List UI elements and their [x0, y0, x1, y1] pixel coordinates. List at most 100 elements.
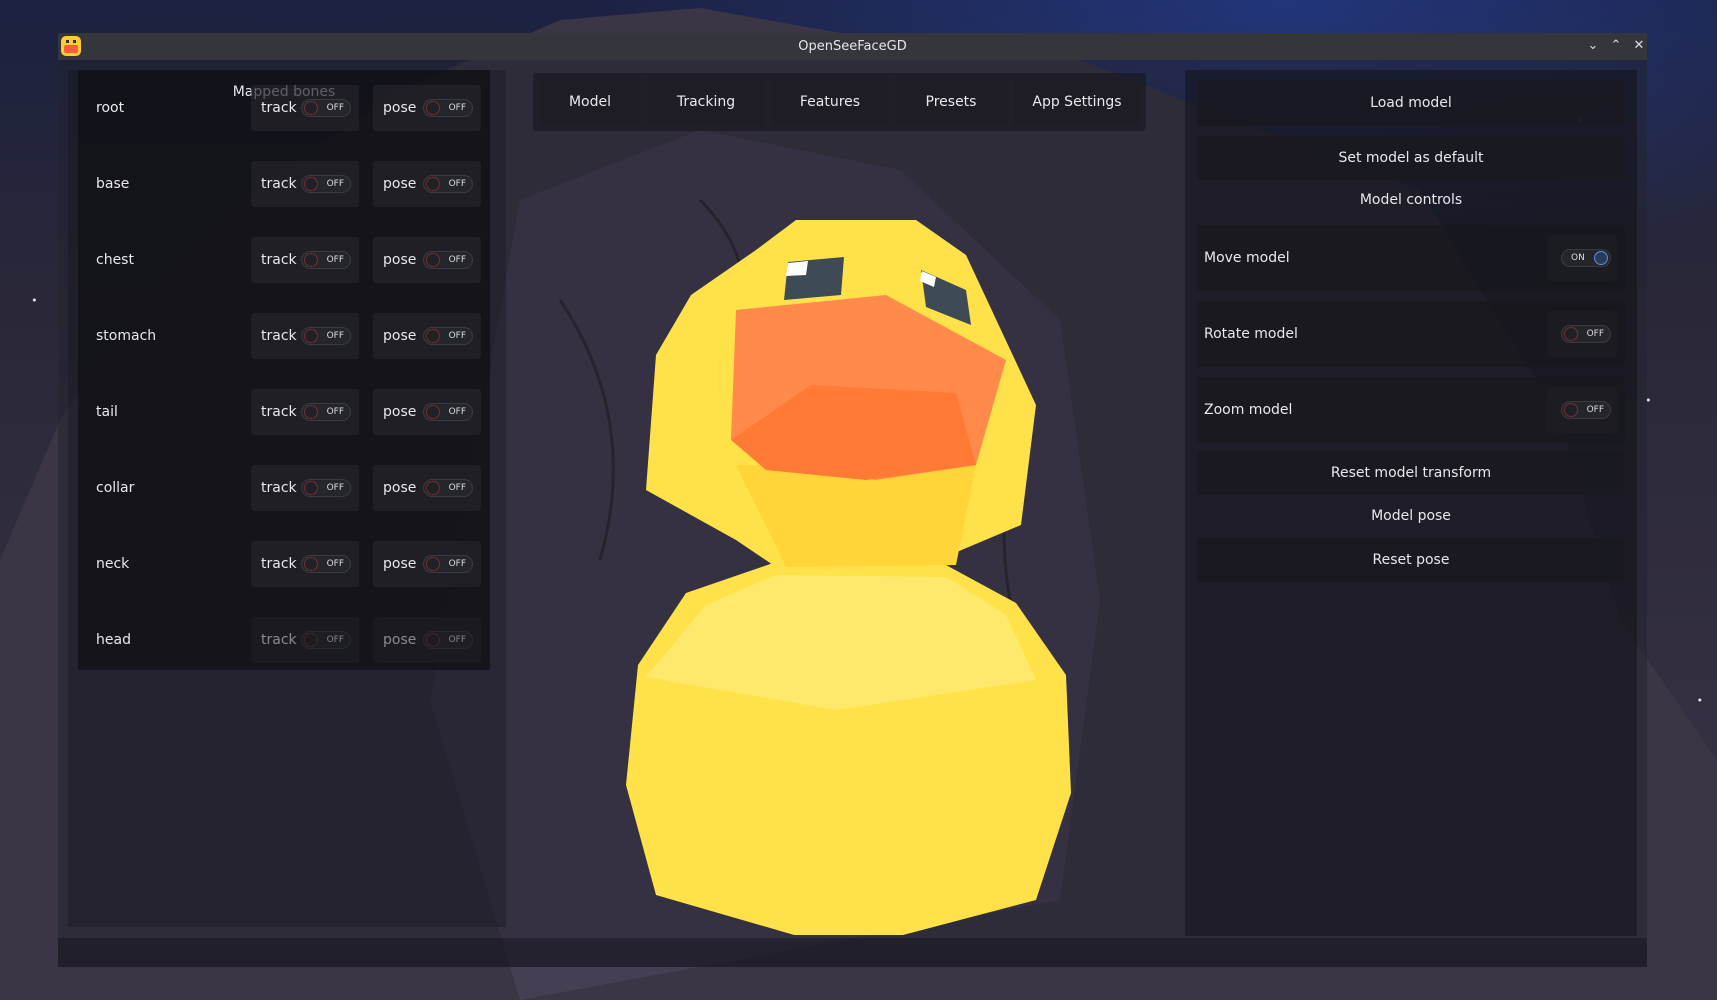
pose-label: pose: [383, 632, 417, 648]
track-toggle-base[interactable]: OFF: [301, 175, 351, 193]
toggle-knob: [304, 329, 318, 343]
toggle-state: OFF: [326, 559, 344, 569]
model-viewport[interactable]: [526, 135, 1176, 935]
pose-toggle-group: pose OFF: [373, 237, 481, 283]
pose-label: pose: [383, 100, 417, 116]
toggle-state: OFF: [326, 483, 344, 493]
bone-row-head: head track OFF pose OFF: [78, 610, 490, 670]
bone-name: neck: [96, 556, 130, 572]
toggle-knob: [1594, 251, 1608, 265]
toggle-state: OFF: [448, 179, 466, 189]
pose-toggle-group: pose OFF: [373, 617, 481, 663]
bone-row-neck: neck track OFF pose OFF: [78, 534, 490, 594]
toggle-state: OFF: [326, 255, 344, 265]
pose-label: pose: [383, 252, 417, 268]
move-model-row: Move model ON: [1197, 225, 1625, 291]
title-bar[interactable]: OpenSeeFaceGD ⌄ ⌃ ✕: [58, 33, 1647, 60]
tab-app-settings[interactable]: App Settings: [1014, 78, 1140, 126]
toggle-state: OFF: [448, 331, 466, 341]
bone-row-chest: chest track OFF pose OFF: [78, 230, 490, 290]
track-toggle-root[interactable]: OFF: [301, 99, 351, 117]
rotate-model-label: Rotate model: [1204, 326, 1298, 342]
bone-name: tail: [96, 404, 118, 420]
pose-toggle-tail[interactable]: OFF: [423, 403, 473, 421]
maximize-icon[interactable]: ⌃: [1607, 37, 1625, 55]
track-toggle-group: track OFF: [251, 465, 359, 511]
toggle-knob: [426, 329, 440, 343]
rotate-model-toggle[interactable]: OFF: [1561, 325, 1611, 343]
toggle-knob: [304, 557, 318, 571]
zoom-model-toggle-box: OFF: [1547, 387, 1617, 433]
pose-toggle-stomach[interactable]: OFF: [423, 327, 473, 345]
track-toggle-neck[interactable]: OFF: [301, 555, 351, 573]
move-model-toggle-box: ON: [1547, 235, 1617, 281]
tab-presets[interactable]: Presets: [895, 78, 1007, 126]
track-label: track: [261, 252, 297, 268]
move-model-toggle[interactable]: ON: [1561, 249, 1611, 267]
reset-model-transform-button[interactable]: Reset model transform: [1197, 451, 1625, 495]
toggle-knob: [426, 481, 440, 495]
toggle-knob: [426, 557, 440, 571]
toggle-state: OFF: [326, 635, 344, 645]
track-label: track: [261, 632, 297, 648]
bone-row-root: root track OFF pose OFF: [78, 78, 490, 138]
window-content: Mapped bones roottrackOFFposeOFFbasetrac…: [58, 60, 1647, 967]
pose-toggle-root[interactable]: OFF: [423, 99, 473, 117]
app-logo-icon: [61, 36, 81, 56]
track-toggle-group: track OFF: [251, 617, 359, 663]
pose-label: pose: [383, 556, 417, 572]
toggle-knob: [1564, 403, 1578, 417]
pose-toggle-collar[interactable]: OFF: [423, 479, 473, 497]
mapped-bones-panel: Mapped bones roottrackOFFposeOFFbasetrac…: [78, 70, 490, 670]
track-toggle-group: track OFF: [251, 161, 359, 207]
track-label: track: [261, 480, 297, 496]
toggle-state: OFF: [448, 103, 466, 113]
model-pose-header: Model pose: [1371, 508, 1451, 524]
track-label: track: [261, 176, 297, 192]
track-toggle-tail[interactable]: OFF: [301, 403, 351, 421]
pose-toggle-base[interactable]: OFF: [423, 175, 473, 193]
tab-tracking[interactable]: Tracking: [647, 78, 765, 126]
toggle-state: OFF: [448, 483, 466, 493]
pose-label: pose: [383, 328, 417, 344]
zoom-model-label: Zoom model: [1204, 402, 1293, 418]
track-toggle-chest[interactable]: OFF: [301, 251, 351, 269]
tab-bar: Model Tracking Features Presets App Sett…: [533, 73, 1146, 131]
track-toggle-group: track OFF: [251, 541, 359, 587]
pose-toggle-group: pose OFF: [373, 389, 481, 435]
toggle-state: OFF: [326, 103, 344, 113]
track-toggle-group: track OFF: [251, 313, 359, 359]
pose-toggle-chest[interactable]: OFF: [423, 251, 473, 269]
zoom-model-toggle[interactable]: OFF: [1561, 401, 1611, 419]
model-controls-header: Model controls: [1359, 192, 1463, 208]
tab-model[interactable]: Model: [540, 78, 640, 126]
track-toggle-stomach[interactable]: OFF: [301, 327, 351, 345]
toggle-knob: [304, 177, 318, 191]
minimize-icon[interactable]: ⌄: [1584, 37, 1602, 55]
track-toggle-collar[interactable]: OFF: [301, 479, 351, 497]
track-toggle-head: OFF: [301, 631, 351, 649]
toggle-knob: [304, 405, 318, 419]
toggle-knob: [426, 253, 440, 267]
toggle-state: OFF: [1586, 405, 1604, 415]
model-settings-panel: Load model Set model as default Model co…: [1185, 70, 1637, 936]
toggle-state: OFF: [326, 331, 344, 341]
close-icon[interactable]: ✕: [1630, 37, 1648, 55]
pose-toggle-neck[interactable]: OFF: [423, 555, 473, 573]
bone-name: base: [96, 176, 130, 192]
toggle-state: OFF: [448, 635, 466, 645]
bone-row-collar: collar track OFF pose OFF: [78, 458, 490, 518]
track-toggle-group: track OFF: [251, 237, 359, 283]
pose-toggle-group: pose OFF: [373, 85, 481, 131]
toggle-knob: [304, 633, 318, 647]
bone-name: chest: [96, 252, 134, 268]
window-title: OpenSeeFaceGD: [798, 39, 907, 54]
bone-name: head: [96, 632, 131, 648]
track-toggle-group: track OFF: [251, 389, 359, 435]
set-default-model-button[interactable]: Set model as default: [1197, 136, 1625, 180]
track-label: track: [261, 404, 297, 420]
app-window: OpenSeeFaceGD ⌄ ⌃ ✕ Mapped bones roottra…: [58, 33, 1647, 967]
load-model-button[interactable]: Load model: [1197, 80, 1625, 126]
reset-pose-button[interactable]: Reset pose: [1197, 538, 1625, 582]
tab-features[interactable]: Features: [772, 78, 888, 126]
